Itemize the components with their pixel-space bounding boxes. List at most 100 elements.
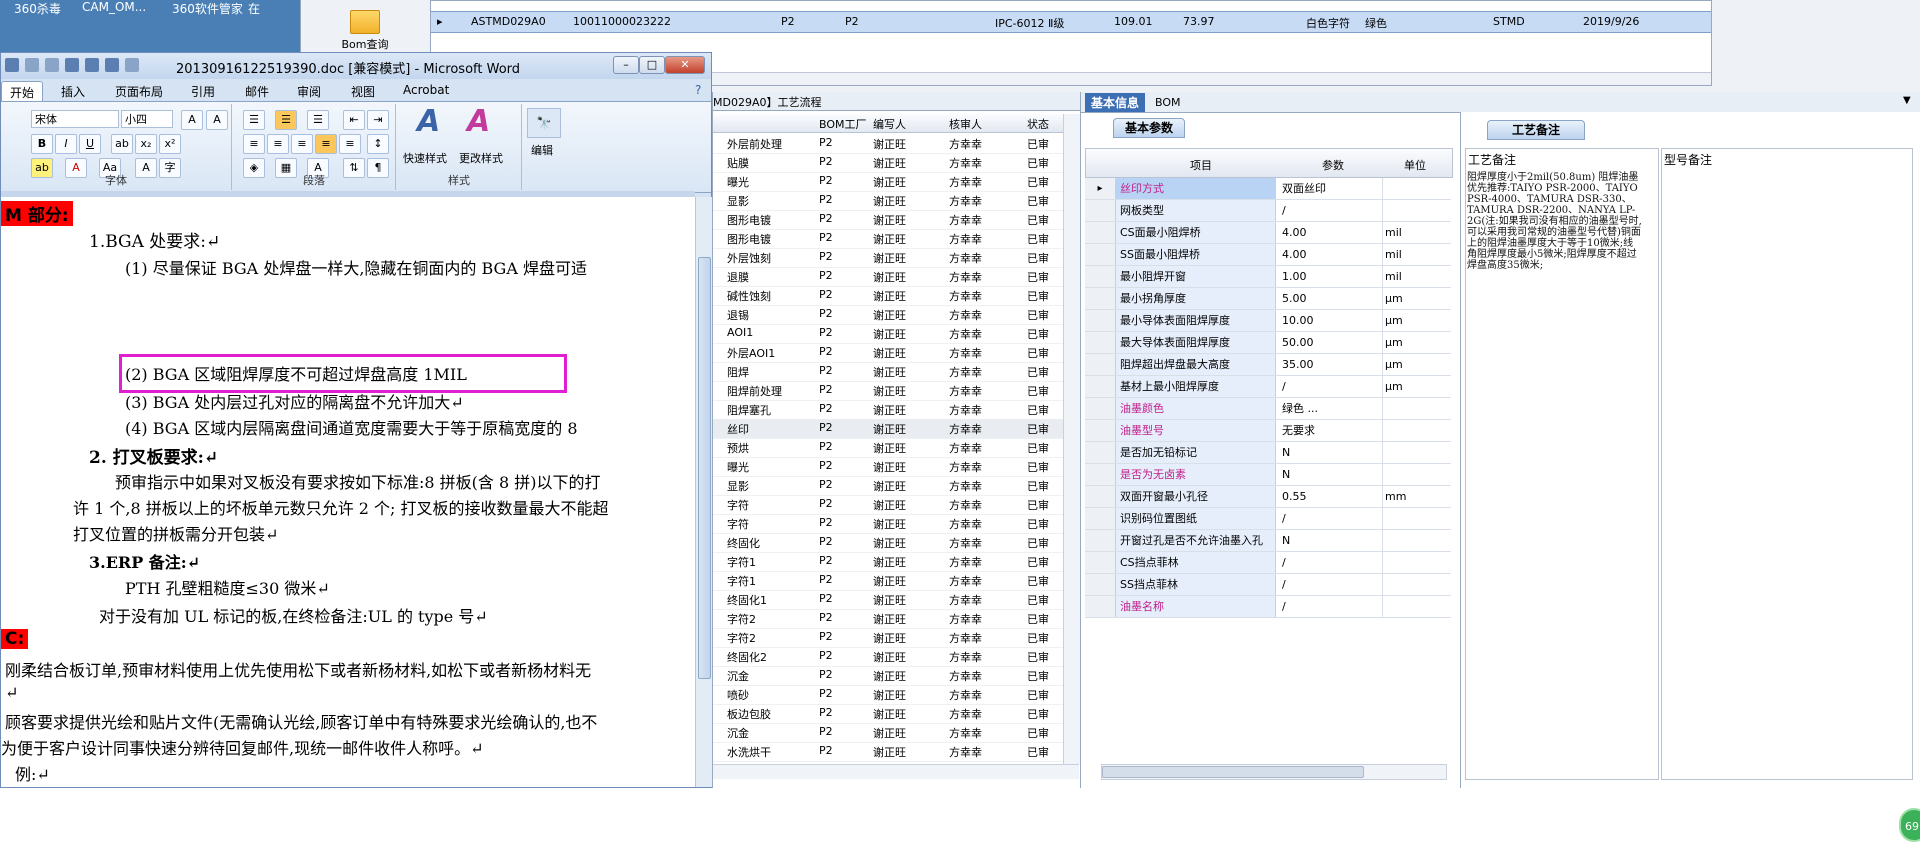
param-value[interactable]: N [1280, 464, 1383, 485]
list-item[interactable]: 外层AOI1 P2 谢正旺 方幸幸 已审 [713, 343, 1063, 363]
clear-format-button[interactable]: A [206, 110, 228, 130]
maximize-button[interactable]: □ [639, 56, 665, 74]
row-header[interactable] [1085, 398, 1116, 419]
table-row[interactable]: 最小拐角厚度 5.00 μm [1085, 288, 1451, 310]
tab-page-layout[interactable]: 页面布局 [115, 83, 163, 100]
list-item[interactable]: 外层前处理 P2 谢正旺 方幸幸 已审 [713, 134, 1063, 154]
edit-button[interactable]: 编辑 [531, 142, 553, 158]
row-header[interactable] [1085, 596, 1116, 617]
row-header[interactable] [1085, 310, 1116, 331]
status-badge[interactable]: 69 [1899, 808, 1920, 842]
tab-view[interactable]: 视图 [351, 83, 375, 100]
change-case-button[interactable]: A [181, 110, 203, 130]
strikethrough-button[interactable]: ab [111, 134, 133, 154]
table-row[interactable]: SS挡点菲林 / [1085, 574, 1451, 596]
list-item[interactable]: 终固化 P2 谢正旺 方幸幸 已审 [713, 533, 1063, 553]
close-button[interactable]: ✕ [665, 56, 705, 74]
column-header[interactable]: BOM工厂 [819, 116, 867, 132]
table-row[interactable]: ▸ 丝印方式 双面丝印 [1085, 178, 1451, 200]
row-header[interactable] [1085, 464, 1116, 485]
list-item[interactable]: 曝光 P2 谢正旺 方幸幸 已审 [713, 457, 1063, 477]
table-row[interactable]: 油墨型号 无要求 [1085, 420, 1451, 442]
desktop-shortcut[interactable]: 360杀毒 [14, 0, 61, 17]
bom-query-button[interactable]: Bom查询2 [340, 6, 390, 65]
undo-icon[interactable] [25, 58, 39, 72]
tab-basic-params[interactable]: 基本参数 [1113, 118, 1185, 138]
tab-process-flow[interactable]: MD029A0】工艺流程 [713, 94, 821, 110]
row-header[interactable] [1085, 420, 1116, 441]
table-row[interactable]: ▸ ASTMD029A0 10011000023222 P2 P2 IPC-60… [431, 11, 1711, 33]
param-value[interactable]: N [1280, 530, 1383, 551]
minimize-button[interactable]: – [613, 56, 639, 74]
column-header[interactable]: 核审人 [949, 116, 982, 132]
param-value[interactable]: 4.00 [1280, 244, 1383, 265]
list-item[interactable]: 碱性蚀刻 P2 谢正旺 方幸幸 已审 [713, 286, 1063, 306]
list-item[interactable]: 板边包胶 P2 谢正旺 方幸幸 已审 [713, 704, 1063, 724]
superscript-button[interactable]: x² [159, 134, 181, 154]
param-value[interactable]: / [1280, 596, 1383, 617]
bold-button[interactable]: B [31, 134, 53, 154]
row-header[interactable] [1085, 376, 1116, 397]
table-row[interactable]: 最大导体表面阻焊厚度 50.00 μm [1085, 332, 1451, 354]
tab-insert[interactable]: 插入 [61, 83, 85, 100]
row-header[interactable] [1085, 530, 1116, 551]
list-item[interactable]: 水洗烘干 P2 谢正旺 方幸幸 已审 [713, 742, 1063, 762]
table-row[interactable]: SS面最小阻焊桥 4.00 mil [1085, 244, 1451, 266]
param-value[interactable]: 1.00 [1280, 266, 1383, 287]
list-item[interactable]: 字符2 P2 谢正旺 方幸幸 已审 [713, 609, 1063, 629]
tab-mailings[interactable]: 邮件 [245, 83, 269, 100]
table-row[interactable]: 识别码位置图纸 / [1085, 508, 1451, 530]
param-value[interactable]: 10.00 [1280, 310, 1383, 331]
desktop-shortcut[interactable]: CAM_OM... [82, 0, 146, 14]
redo-icon[interactable] [45, 58, 59, 72]
quick-style-button[interactable]: 快速样式 [403, 150, 447, 166]
list-item[interactable]: 外层蚀刻 P2 谢正旺 方幸幸 已审 [713, 248, 1063, 268]
list-item[interactable]: 阻焊 P2 谢正旺 方幸幸 已审 [713, 362, 1063, 382]
column-header[interactable]: 状态 [1027, 116, 1049, 132]
param-value[interactable]: 35.00 [1280, 354, 1383, 375]
param-value[interactable]: 5.00 [1280, 288, 1383, 309]
scrollbar-thumb[interactable] [698, 257, 711, 679]
row-header[interactable] [1085, 332, 1116, 353]
table-row[interactable]: 基材上最小阻焊厚度 / μm [1085, 376, 1451, 398]
increase-indent-button[interactable]: ⇥ [367, 110, 389, 130]
numbering-button[interactable]: ☰ [275, 110, 297, 130]
tab-process-remarks[interactable]: 工艺备注 [1487, 120, 1585, 140]
table-row[interactable]: 最小阻焊开窗 1.00 mil [1085, 266, 1451, 288]
align-left-button[interactable]: ≡ [243, 134, 265, 154]
table-row[interactable]: 双面开窗最小孔径 0.55 mm [1085, 486, 1451, 508]
list-item[interactable]: 显影 P2 谢正旺 方幸幸 已审 [713, 476, 1063, 496]
justify-button[interactable]: ≡ [315, 134, 337, 154]
list-item[interactable]: 显影 P2 谢正旺 方幸幸 已审 [713, 191, 1063, 211]
row-header[interactable] [1085, 200, 1116, 221]
row-header[interactable] [1085, 222, 1116, 243]
table-row[interactable]: 开窗过孔是否不允许油墨入孔 N [1085, 530, 1451, 552]
help-icon[interactable]: ? [695, 83, 701, 97]
table-row[interactable]: CS挡点菲林 / [1085, 552, 1451, 574]
distribute-button[interactable]: ≡ [339, 134, 361, 154]
list-item[interactable]: 退锡 P2 谢正旺 方幸幸 已审 [713, 305, 1063, 325]
save-icon[interactable] [5, 58, 19, 72]
tab-basic-info[interactable]: 基本信息 [1085, 93, 1146, 112]
print-icon[interactable] [105, 58, 119, 72]
param-value[interactable]: / [1280, 574, 1383, 595]
document-page[interactable]: M 部分: 1.BGA 处要求:↵ (1) 尽量保证 BGA 处焊盘一样大,隐藏… [1, 197, 695, 787]
table-row[interactable]: 油墨名称 / [1085, 596, 1451, 618]
horizontal-scrollbar[interactable] [713, 764, 1079, 779]
decrease-indent-button[interactable]: ⇤ [343, 110, 365, 130]
subscript-button[interactable]: x₂ [135, 134, 157, 154]
param-value[interactable]: 绿色 ... [1280, 398, 1383, 419]
param-value[interactable]: 双面丝印 [1280, 178, 1383, 199]
list-item[interactable]: 丝印 P2 谢正旺 方幸幸 已审 [713, 419, 1063, 439]
table-row[interactable]: 网板类型 / [1085, 200, 1451, 222]
list-item[interactable]: 预烘 P2 谢正旺 方幸幸 已审 [713, 438, 1063, 458]
row-header[interactable] [1085, 288, 1116, 309]
list-item[interactable]: AOI1 P2 谢正旺 方幸幸 已审 [713, 324, 1063, 344]
row-header[interactable] [1085, 266, 1116, 287]
change-style-icon[interactable]: A [467, 104, 490, 139]
row-header[interactable]: ▸ [1085, 178, 1116, 199]
underline-button[interactable]: U [79, 134, 101, 154]
list-item[interactable]: 阻焊前处理 P2 谢正旺 方幸幸 已审 [713, 381, 1063, 401]
find-icon[interactable]: 🔭 [527, 108, 561, 138]
bullets-button[interactable]: ☰ [243, 110, 265, 130]
